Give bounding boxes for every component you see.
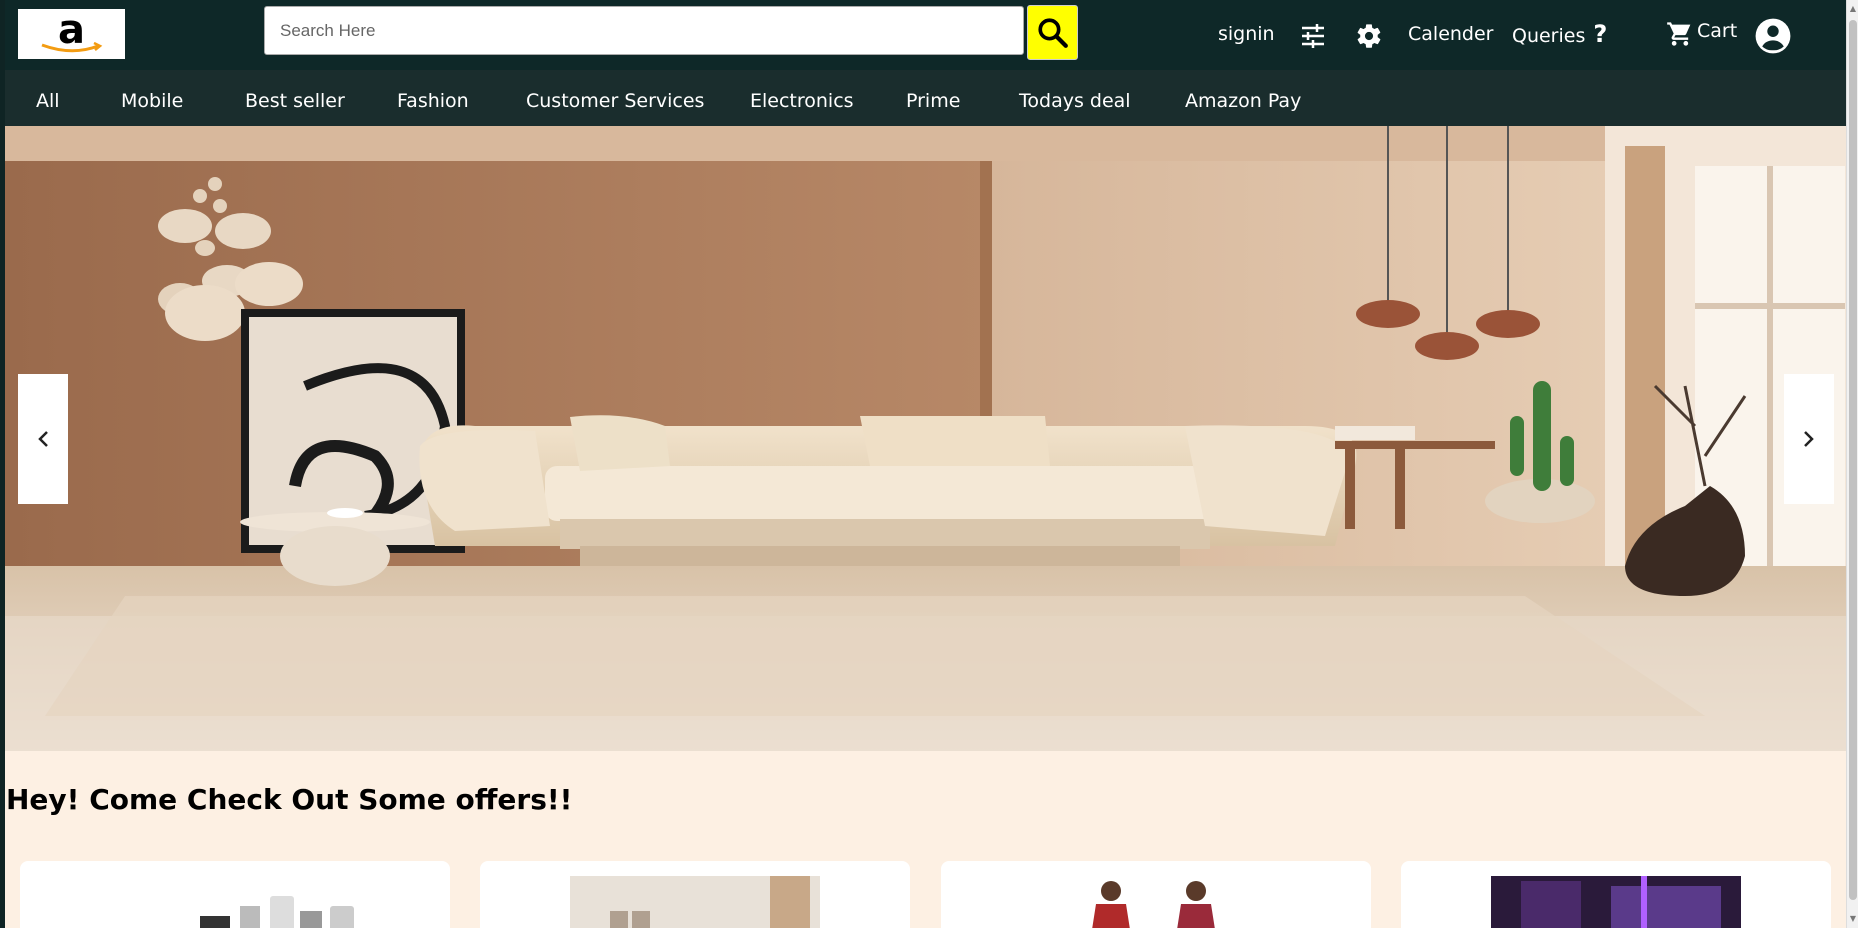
offer-card[interactable] [480, 861, 910, 928]
amazon-logo[interactable]: a [18, 9, 125, 59]
cart-link[interactable]: Cart [1666, 20, 1737, 48]
offer-card-image [1491, 876, 1741, 928]
queries-link[interactable]: Queries ? [1512, 22, 1607, 48]
carousel-prev-button[interactable] [18, 374, 68, 504]
category-electronics[interactable]: Electronics [750, 90, 854, 112]
top-header: a signin Calender Queries ? Cart [0, 0, 1846, 70]
living-room-illustration [5, 126, 1846, 751]
search-input[interactable] [264, 6, 1024, 55]
category-fashion[interactable]: Fashion [397, 90, 469, 112]
offer-card[interactable] [1401, 861, 1831, 928]
filter-sliders-icon[interactable] [1300, 24, 1326, 48]
category-mobile[interactable]: Mobile [121, 90, 183, 112]
calendar-link[interactable]: Calender [1408, 22, 1493, 46]
account-avatar-icon[interactable] [1754, 17, 1792, 55]
chevron-right-icon [1804, 431, 1814, 447]
search-icon [1037, 17, 1068, 48]
queries-label: Queries [1512, 25, 1586, 47]
search-button[interactable] [1027, 5, 1078, 60]
carousel-next-button[interactable] [1784, 374, 1834, 504]
offer-card-image [1071, 876, 1241, 928]
category-all[interactable]: All [36, 90, 60, 112]
category-todays-deal[interactable]: Todays deal [1019, 90, 1131, 112]
offer-card[interactable] [20, 861, 450, 928]
logo-smile-icon [41, 42, 103, 53]
category-amazon-pay[interactable]: Amazon Pay [1185, 90, 1301, 112]
scroll-thumb[interactable] [1849, 20, 1857, 900]
gear-icon[interactable] [1355, 22, 1383, 50]
offer-card-image [180, 876, 380, 928]
scroll-down-icon[interactable]: ▼ [1848, 914, 1858, 924]
page-left-edge [0, 0, 5, 928]
hero-carousel-image [5, 126, 1846, 751]
chevron-left-icon [38, 431, 48, 447]
signin-link[interactable]: signin [1218, 22, 1275, 46]
cart-icon [1667, 22, 1691, 46]
category-bar: All Mobile Best seller Fashion Customer … [0, 70, 1846, 126]
cart-label: Cart [1697, 20, 1738, 42]
offers-heading: Hey! Come Check Out Some offers!! [6, 783, 573, 816]
question-icon: ? [1593, 20, 1608, 48]
category-customer-services[interactable]: Customer Services [526, 90, 704, 112]
category-best-seller[interactable]: Best seller [245, 90, 345, 112]
page-scrollbar[interactable]: ▲ ▼ [1846, 0, 1858, 928]
category-prime[interactable]: Prime [906, 90, 960, 112]
offer-card[interactable] [941, 861, 1371, 928]
scroll-up-icon[interactable]: ▲ [1848, 4, 1858, 14]
offer-card-image [570, 876, 820, 928]
